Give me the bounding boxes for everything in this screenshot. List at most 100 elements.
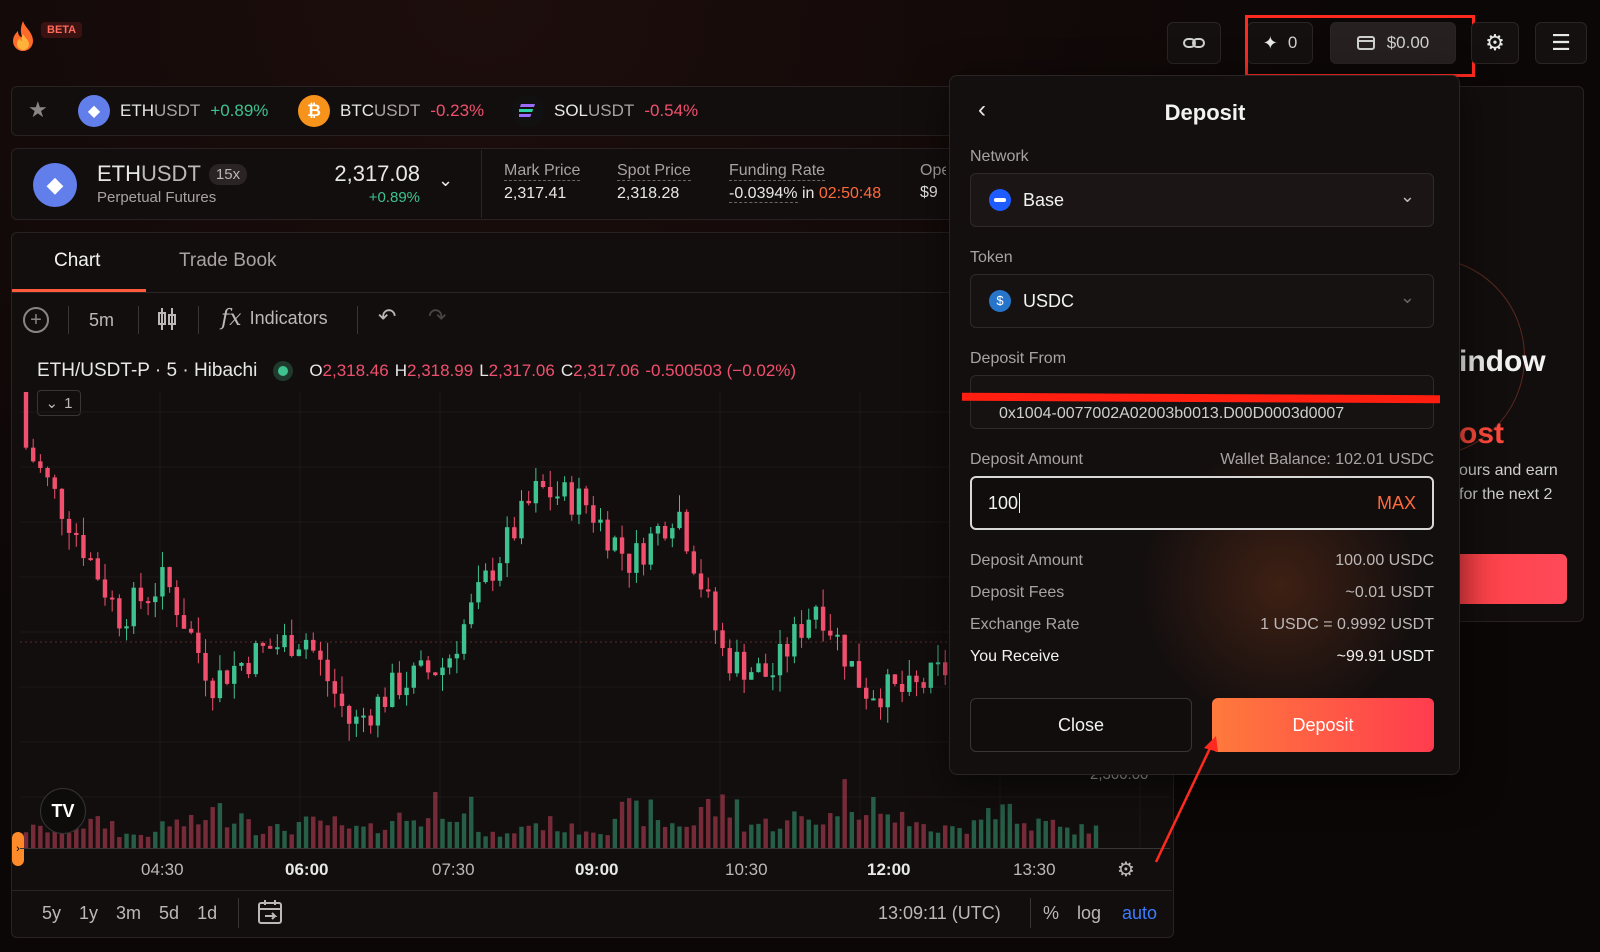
deposit-from-label: Deposit From <box>970 350 1067 367</box>
spot-price: Spot Price 2,318.28 <box>617 162 691 202</box>
volume-bar <box>497 836 503 848</box>
ticker-item-sol[interactable]: SOLUSDT -0.54% <box>512 95 698 127</box>
candle-body <box>655 525 661 534</box>
candle-body <box>38 461 43 468</box>
candle-body <box>476 582 481 603</box>
volume-bar <box>368 823 373 848</box>
volume-bar <box>820 824 826 848</box>
range-1y[interactable]: 1y <box>79 903 98 924</box>
ticker-item-eth[interactable]: ◆ ETHUSDT +0.89% <box>78 95 268 127</box>
deposit-submit-button[interactable]: Deposit <box>1212 698 1434 752</box>
candle-body <box>720 630 725 649</box>
candle-body <box>418 660 424 666</box>
settings-button[interactable]: ⚙ <box>1471 22 1519 64</box>
volume-bar <box>318 820 323 848</box>
range-5d[interactable]: 5d <box>159 903 179 924</box>
volume-bar <box>993 819 998 848</box>
volume-bar <box>1014 823 1020 848</box>
volume-bar <box>533 823 539 848</box>
range-5y[interactable]: 5y <box>42 903 61 924</box>
candle-body <box>619 537 625 554</box>
volume-bar <box>260 833 266 848</box>
chart-settings-icon[interactable]: ⚙ <box>1117 857 1135 882</box>
interval-button[interactable]: 5m <box>89 310 114 331</box>
market-symbol[interactable]: ETHUSDT 15x <box>97 161 248 187</box>
ticker-item-btc[interactable]: ₿ BTCUSDT -0.23% <box>298 95 484 127</box>
volume-bar <box>892 822 898 848</box>
promo-text: ours and earn <box>1459 462 1558 479</box>
volume-bar <box>540 830 546 848</box>
volume-bar <box>447 821 452 848</box>
auto-toggle[interactable]: auto <box>1122 903 1157 924</box>
candle-body <box>246 662 251 675</box>
candle-body <box>196 632 201 653</box>
indicators-button[interactable]: fx Indicators <box>221 306 328 331</box>
time-tick: 06:00 <box>285 860 329 879</box>
percent-toggle[interactable]: % <box>1043 903 1059 924</box>
volume-bar <box>741 831 747 848</box>
volume-bar <box>253 835 258 848</box>
volume-bar <box>160 821 165 848</box>
candle-body <box>167 567 172 588</box>
candle-body <box>921 682 926 688</box>
volume-bar <box>698 807 704 848</box>
toolbar-divider <box>238 898 239 928</box>
gear-icon: ⚙ <box>1485 30 1505 55</box>
range-3m[interactable]: 3m <box>116 903 141 924</box>
volume-bar <box>246 819 251 848</box>
volume-bar <box>45 832 50 848</box>
summary-label: Exchange Rate <box>970 616 1080 633</box>
volume-bar <box>914 822 919 848</box>
undo-icon[interactable]: ↶ <box>378 304 396 330</box>
candle-body <box>325 659 330 682</box>
tradingview-logo[interactable]: TV <box>40 788 86 834</box>
candle-body <box>648 533 653 565</box>
logo[interactable] <box>10 20 36 52</box>
candle-body <box>411 665 416 688</box>
tab-chart[interactable]: Chart <box>54 250 100 272</box>
tab-trade-book[interactable]: Trade Book <box>179 250 277 272</box>
back-icon[interactable]: ‹ <box>978 96 986 124</box>
candle-body <box>526 500 531 504</box>
last-price: 2,317.08 <box>334 161 420 186</box>
redo-icon[interactable]: ↷ <box>428 304 446 330</box>
candle-body <box>777 643 783 676</box>
candle-type-icon[interactable] <box>156 306 178 337</box>
volume-bar <box>1036 818 1041 848</box>
candle-body <box>88 558 93 561</box>
token-select[interactable]: $ USDC ⌄ <box>970 274 1434 328</box>
candle-body <box>706 589 711 592</box>
candle-body <box>30 447 36 462</box>
candle-body <box>598 519 603 523</box>
utc-clock[interactable]: 13:09:11 (UTC) <box>878 903 1001 924</box>
max-button[interactable]: MAX <box>1377 493 1416 514</box>
candle-body <box>612 537 618 551</box>
chevron-down-icon[interactable]: ⌄ <box>438 170 453 191</box>
star-icon[interactable]: ★ <box>28 97 48 123</box>
date-range-icon[interactable] <box>257 899 283 930</box>
volume-bar <box>339 825 345 848</box>
volume-bar <box>1057 826 1063 848</box>
volume-bar <box>885 814 890 848</box>
candle-body <box>397 672 402 696</box>
volume-bar <box>296 821 302 848</box>
candle-body <box>677 511 682 529</box>
add-symbol-icon[interactable]: + <box>23 307 49 333</box>
candle-body <box>74 532 79 536</box>
log-toggle[interactable]: log <box>1077 903 1101 924</box>
candle-body <box>842 634 847 667</box>
link-button[interactable] <box>1167 22 1221 64</box>
amount-input[interactable]: 100 MAX <box>970 476 1434 530</box>
menu-button[interactable]: ☰ <box>1535 22 1587 64</box>
candle-body <box>756 663 761 673</box>
text-caret <box>1019 493 1021 513</box>
chart-legend: ETH/USDT-P · 5 · Hibachi O2,318.46 H2,31… <box>37 360 797 381</box>
range-1d[interactable]: 1d <box>197 903 217 924</box>
network-select[interactable]: Base ⌄ <box>970 173 1434 227</box>
candle-body <box>239 662 244 666</box>
candle-body <box>634 543 639 573</box>
volume-bar <box>749 824 754 848</box>
summary-value: ~99.91 USDT <box>1336 648 1434 665</box>
volume-bar <box>311 816 316 848</box>
candle-body <box>203 652 208 681</box>
